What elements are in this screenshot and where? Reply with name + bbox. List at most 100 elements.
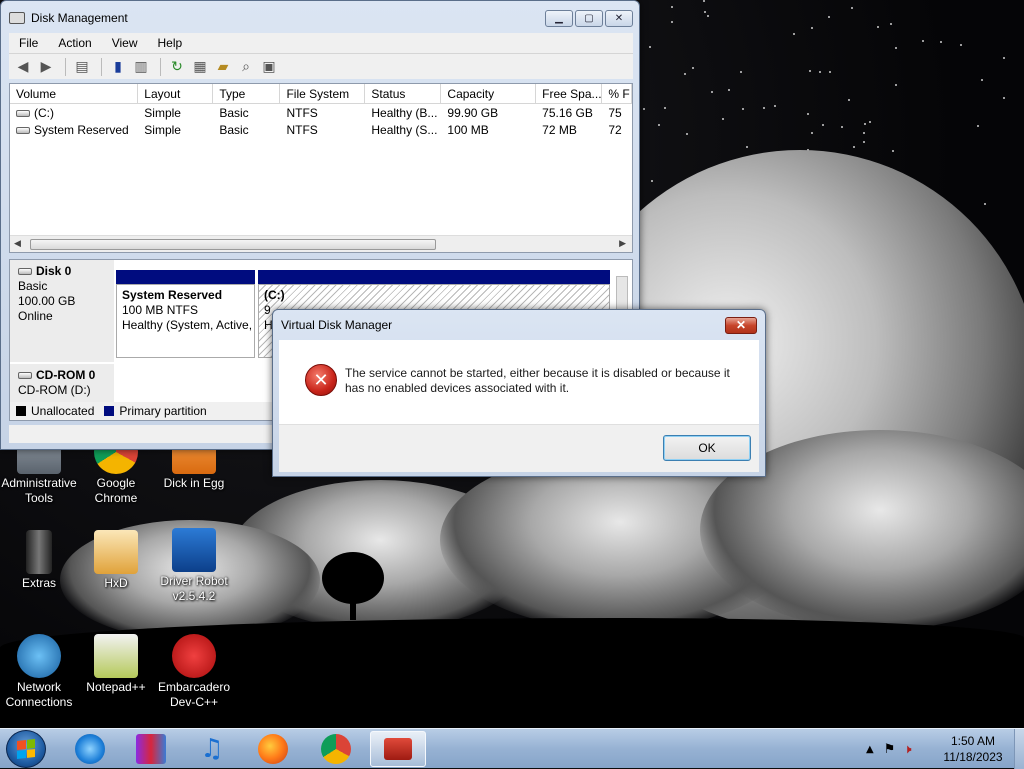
taskbar-chrome[interactable] [308,731,364,767]
column-header-layout[interactable]: Layout [138,84,214,103]
table-row[interactable]: (C:) Simple Basic NTFS Healthy (B... 99.… [10,104,632,121]
star [922,39,925,42]
star [863,140,866,143]
embarcadero-devcpp-shortcut[interactable]: Embarcadero Dev-C++ [155,634,233,710]
disk-type: Basic [18,279,48,293]
taskbar-firefox[interactable] [245,731,301,767]
taskbar-itunes[interactable]: ♫ [184,731,240,767]
volume-list[interactable]: Volume Layout Type File System Status Ca… [9,83,633,253]
shortcut-label: HxD [104,576,128,590]
star [683,73,686,76]
menu-file[interactable]: File [9,36,48,50]
star [811,27,814,30]
cdrom-icon [18,372,32,380]
menu-view[interactable]: View [102,36,148,50]
notepad-plus-plus-shortcut[interactable]: Notepad++ [77,634,155,695]
network-connections-shortcut[interactable]: Network Connections [0,634,78,710]
volume-muted-icon[interactable]: 🕨 [903,742,911,757]
taskbar-internet-explorer[interactable] [62,731,118,767]
error-message: The service cannot be started, either be… [345,366,730,395]
show-desktop-button[interactable] [1014,729,1024,769]
back-button[interactable]: ◀ [13,57,33,77]
help-button[interactable]: ▮ [108,57,128,77]
star [721,118,724,121]
tree-silhouette [322,552,384,604]
star [642,107,645,110]
properties-icon: ▦ [193,58,207,75]
column-header-status[interactable]: Status [365,84,442,103]
hxd-shortcut[interactable]: HxD [77,530,155,591]
partition-size: 100 MB NTFS [122,303,199,317]
system-clock[interactable]: 1:50 AM 11/18/2023 [934,733,1012,765]
disk-0-label[interactable]: Disk 0 Basic 100.00 GB Online [10,260,114,362]
dialog-titlebar[interactable]: Virtual Disk Manager ✕ [273,310,765,340]
hxd-icon [94,530,138,574]
driver-robot-shortcut[interactable]: Driver Robot v2.5.4.2 [155,528,233,604]
star [691,67,694,70]
taskbar-disk-management[interactable] [370,731,426,767]
star [793,32,796,35]
partition-bar-system-reserved [116,270,255,284]
partition-name: (C:) [264,288,285,302]
arrow-right-icon: ▶ [40,58,52,75]
close-button[interactable]: ✕ [605,9,633,27]
internet-explorer-icon [75,734,105,764]
ok-button[interactable]: OK [663,435,751,461]
properties-button[interactable]: ▦ [190,57,210,77]
settings-button[interactable]: ▣ [259,57,279,77]
scroll-right-icon[interactable]: ▶ [619,238,626,249]
dialog-close-button[interactable]: ✕ [725,316,757,334]
star [840,126,843,129]
table-row[interactable]: System Reserved Simple Basic NTFS Health… [10,121,632,138]
console-tree-icon: ▤ [75,58,89,75]
star [809,69,812,72]
column-header-free-space[interactable]: Free Spa... [536,84,603,103]
scroll-left-icon[interactable]: ◀ [14,238,21,249]
column-header-type[interactable]: Type [213,84,281,103]
taskbar-winrar[interactable] [123,731,179,767]
cell-layout: Simple [144,106,181,120]
star [671,6,674,9]
explore-button[interactable]: ⌕ [236,57,256,77]
menu-action[interactable]: Action [48,36,101,50]
refresh-button[interactable]: ↻ [167,57,187,77]
maximize-button[interactable]: ▢ [575,9,603,27]
devcpp-icon [172,634,216,678]
close-icon: ✕ [614,12,624,24]
horizontal-scrollbar[interactable]: ◀ ▶ [10,235,632,252]
toolbar-separator [101,57,102,76]
open-button[interactable]: ▰ [213,57,233,77]
scrollbar-thumb[interactable] [30,239,436,250]
firefox-icon [258,734,288,764]
system-tray: ▲ ⚑ 🕨 [866,729,912,769]
star [827,15,830,18]
star [891,149,894,152]
show-hidden-icons-icon[interactable]: ▲ [866,744,874,755]
disk-management-icon [9,12,25,24]
drive-icon [18,268,32,276]
column-header-file-system[interactable]: File System [280,84,366,103]
column-header-volume[interactable]: Volume [10,84,139,103]
cell-free-space: 75.16 GB [542,106,593,120]
column-header-percent-free[interactable]: % F [602,84,632,103]
extras-shortcut[interactable]: Extras [0,530,78,591]
menu-help[interactable]: Help [148,36,193,50]
minimize-button[interactable]: ▁ [545,9,573,27]
forward-button[interactable]: ▶ [36,57,56,77]
action-center-flag-icon[interactable]: ⚑ [884,742,896,757]
cell-volume: (C:) [34,106,54,120]
show-action-pane-button[interactable]: ▥ [131,57,151,77]
cdrom-drive: CD-ROM (D:) [18,383,91,397]
star [889,22,892,25]
partition-system-reserved[interactable]: System Reserved 100 MB NTFS Healthy (Sys… [116,284,255,358]
column-header-capacity[interactable]: Capacity [441,84,537,103]
virtual-disk-manager-dialog[interactable]: Virtual Disk Manager ✕ ✕ The service can… [272,309,766,477]
show-hide-console-tree-button[interactable]: ▤ [72,57,92,77]
window-titlebar[interactable]: Disk Management ▁ ▢ ✕ [1,1,639,35]
start-button[interactable] [6,730,46,768]
toolbar-separator [65,57,66,76]
star [976,124,979,127]
windows-logo-icon [17,739,35,759]
dialog-body: ✕ The service cannot be started, either … [279,340,759,472]
cdrom-0-label[interactable]: CD-ROM 0 CD-ROM (D:) [10,364,114,402]
